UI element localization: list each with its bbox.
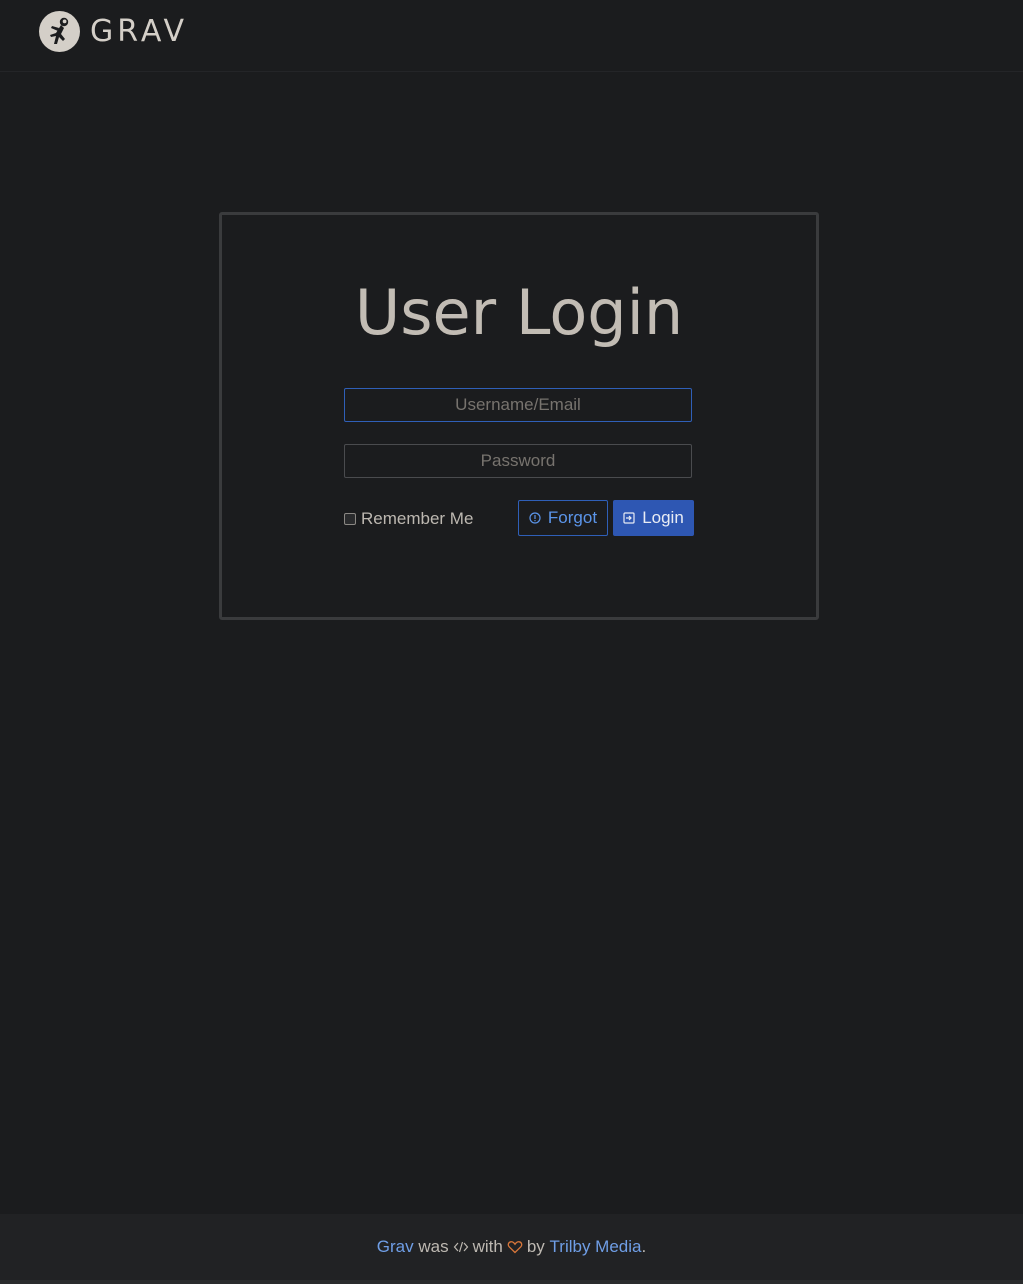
remember-me[interactable]: Remember Me xyxy=(344,509,473,529)
forgot-label: Forgot xyxy=(547,508,598,527)
brand-name: GRAV xyxy=(90,14,189,49)
heart-icon xyxy=(507,1241,523,1254)
info-circle-icon xyxy=(529,512,541,524)
site-footer: Grav was with by Trilby Media . xyxy=(0,1214,1023,1284)
footer-was: was xyxy=(418,1237,449,1256)
sign-in-icon xyxy=(623,512,635,524)
grav-astronaut-logo xyxy=(39,11,80,52)
page-title: User Login xyxy=(354,276,684,349)
footer-with: with xyxy=(472,1237,503,1256)
password-input[interactable] xyxy=(344,444,692,478)
username-input[interactable] xyxy=(344,388,692,422)
code-icon xyxy=(453,1241,468,1253)
login-card: User Login Remember Me Forgot Login xyxy=(219,212,819,620)
grav-link[interactable]: Grav xyxy=(377,1237,414,1257)
site-header: GRAV xyxy=(0,0,1023,72)
footer-period: . xyxy=(641,1237,647,1256)
remember-me-label: Remember Me xyxy=(361,509,474,528)
login-button[interactable]: Login xyxy=(613,500,694,536)
remember-me-checkbox[interactable] xyxy=(344,513,356,525)
footer-by: by xyxy=(526,1237,545,1256)
login-label: Login xyxy=(642,508,684,527)
grav-logo-link[interactable]: GRAV xyxy=(39,11,188,52)
trilby-media-link[interactable]: Trilby Media xyxy=(550,1237,642,1257)
forgot-button[interactable]: Forgot xyxy=(518,500,608,536)
